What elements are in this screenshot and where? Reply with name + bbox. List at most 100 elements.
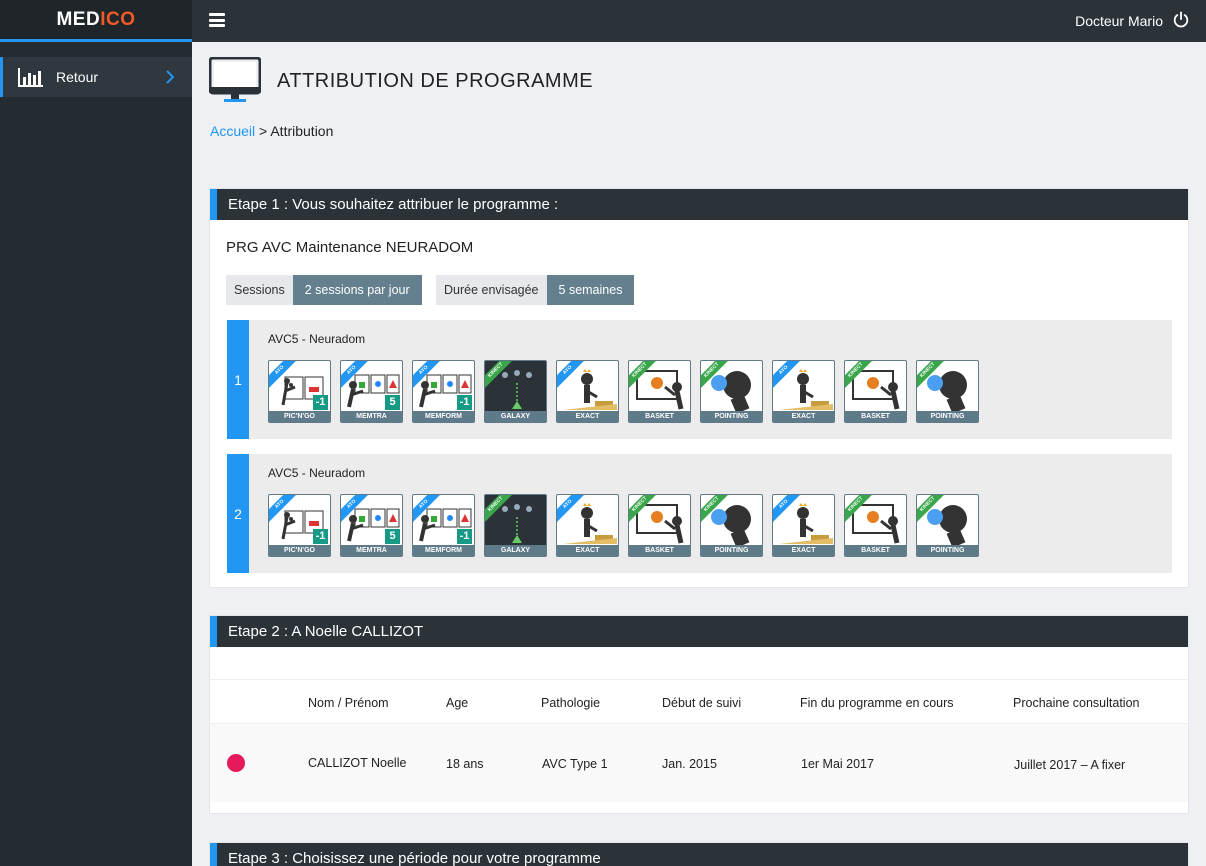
activity-tile[interactable]: AYO -1 MEMFORM (412, 494, 475, 557)
duration-pill: Durée envisagée 5 semaines (436, 275, 635, 305)
activity-label: MEMFORM (413, 411, 474, 422)
sidebar-item-label: Retour (56, 69, 99, 85)
column-header: Fin du programme en cours (800, 696, 954, 710)
activity-label: EXACT (557, 411, 618, 422)
table-cell: CALLIZOT Noelle (308, 756, 407, 770)
activity-label: POINTING (917, 411, 978, 422)
step2-panel: Etape 2 : A Noelle CALLIZOT Nom / Prénom… (209, 615, 1189, 814)
step2-title: Etape 2 : A Noelle CALLIZOT (210, 616, 1188, 647)
top-bar: MEDICO Docteur Mario (0, 0, 1206, 42)
activity-level-badge: -1 (313, 395, 328, 410)
activity-tile[interactable]: AYO 5 MEMTRA (340, 494, 403, 557)
activity-tile[interactable]: KINECT BASKET (844, 360, 907, 423)
sidebar-item-retour[interactable]: Retour (0, 57, 192, 97)
session-title: AVC5 - Neuradom (268, 466, 366, 480)
column-header: Début de suivi (662, 696, 742, 710)
step1-panel: Etape 1 : Vous souhaitez attribuer le pr… (209, 188, 1189, 588)
column-header: Pathologie (541, 696, 601, 710)
bar-chart-icon (18, 68, 43, 87)
activity-tile[interactable]: KINECT BASKET (628, 360, 691, 423)
activity-level-badge: -1 (313, 529, 328, 544)
activity-label: GALAXY (485, 545, 546, 556)
sidebar: Retour (0, 42, 192, 866)
session-number: 2 (227, 454, 249, 573)
menu-toggle-icon[interactable] (209, 13, 225, 27)
table-cell: 18 ans (446, 757, 484, 771)
activity-tile[interactable]: KINECT POINTING (700, 494, 763, 557)
monitor-icon (209, 57, 261, 102)
main-content: ATTRIBUTION DE PROGRAMME Accueil > Attri… (192, 42, 1206, 866)
breadcrumb-current: Attribution (270, 123, 334, 139)
activity-label: BASKET (845, 411, 906, 422)
activity-label: BASKET (629, 545, 690, 556)
activity-tile[interactable]: AYO -1 MEMFORM (412, 360, 475, 423)
activity-tile[interactable]: AYO -1 PIC'N'GO (268, 360, 331, 423)
program-name: PRG AVC Maintenance NEURADOM (226, 239, 474, 256)
activity-label: MEMTRA (341, 545, 402, 556)
activity-label: EXACT (773, 545, 834, 556)
table-cell: Juillet 2017 – A fixer (1014, 758, 1126, 772)
activity-label: EXACT (557, 545, 618, 556)
table-row[interactable]: CALLIZOT Noelle 18 ans AVC Type 1 Jan. 2… (210, 724, 1188, 802)
chevron-right-icon (166, 70, 174, 84)
activity-label: GALAXY (485, 411, 546, 422)
activity-level-badge: 5 (385, 395, 400, 410)
activity-label: POINTING (701, 411, 762, 422)
status-dot (227, 754, 245, 772)
patient-table-header: Nom / Prénom Age Pathologie Début de sui… (210, 679, 1188, 724)
table-cell: 1er Mai 2017 (801, 757, 874, 771)
activity-label: POINTING (701, 545, 762, 556)
logo-area[interactable]: MEDICO (0, 0, 192, 42)
activity-tile[interactable]: AYO 5 MEMTRA (340, 360, 403, 423)
activity-label: MEMTRA (341, 411, 402, 422)
session-block-1: 1 AVC5 - Neuradom AYO -1 PIC'N'GO AYO 5 MEMTR… (227, 320, 1172, 439)
power-icon[interactable] (1172, 11, 1190, 29)
table-cell: AVC Type 1 (542, 757, 608, 771)
session-title: AVC5 - Neuradom (268, 332, 366, 346)
activity-label: BASKET (845, 545, 906, 556)
activity-label: PIC'N'GO (269, 545, 330, 556)
activity-tile[interactable]: KINECT POINTING (916, 360, 979, 423)
activity-level-badge: 5 (385, 529, 400, 544)
activity-label: MEMFORM (413, 545, 474, 556)
activity-tile[interactable]: KINECT GALAXY (484, 360, 547, 423)
breadcrumb: Accueil > Attribution (210, 123, 333, 139)
activity-level-badge: -1 (457, 529, 472, 544)
user-name[interactable]: Docteur Mario (1075, 13, 1163, 29)
column-header: Nom / Prénom (308, 696, 389, 710)
activity-list: AYO -1 PIC'N'GO AYO 5 MEMTRA AYO -1 MEMFORM KINEC… (268, 360, 988, 423)
activity-tile[interactable]: AYO EXACT (772, 494, 835, 557)
activity-tile[interactable]: AYO EXACT (556, 360, 619, 423)
activity-label: EXACT (773, 411, 834, 422)
breadcrumb-separator: > (259, 123, 268, 139)
app-logo: MEDICO (56, 8, 136, 30)
activity-tile[interactable]: KINECT POINTING (916, 494, 979, 557)
table-cell: Jan. 2015 (662, 757, 717, 771)
session-block-2: 2 AVC5 - Neuradom AYO -1 PIC'N'GO AYO 5 MEMTR… (227, 454, 1172, 573)
activity-tile[interactable]: AYO -1 PIC'N'GO (268, 494, 331, 557)
activity-tile[interactable]: KINECT BASKET (844, 494, 907, 557)
sessions-label: Sessions (226, 275, 293, 305)
activity-tile[interactable]: KINECT GALAXY (484, 494, 547, 557)
page-title: ATTRIBUTION DE PROGRAMME (277, 70, 594, 92)
duration-value: 5 semaines (546, 275, 635, 305)
activity-tile[interactable]: KINECT POINTING (700, 360, 763, 423)
step3-title: Etape 3 : Choisissez une période pour vo… (210, 843, 1188, 866)
duration-label: Durée envisagée (436, 275, 547, 305)
activity-label: POINTING (917, 545, 978, 556)
step1-title: Etape 1 : Vous souhaitez attribuer le pr… (210, 189, 1188, 220)
activity-tile[interactable]: AYO EXACT (556, 494, 619, 557)
breadcrumb-home-link[interactable]: Accueil (210, 123, 255, 139)
activity-tile[interactable]: AYO EXACT (772, 360, 835, 423)
activity-tile[interactable]: KINECT BASKET (628, 494, 691, 557)
activity-label: PIC'N'GO (269, 411, 330, 422)
activity-label: BASKET (629, 411, 690, 422)
step3-panel: Etape 3 : Choisissez une période pour vo… (209, 842, 1189, 866)
session-number: 1 (227, 320, 249, 439)
activity-list: AYO -1 PIC'N'GO AYO 5 MEMTRA AYO -1 MEMFORM KINEC… (268, 494, 988, 557)
activity-level-badge: -1 (457, 395, 472, 410)
sessions-value: 2 sessions par jour (292, 275, 422, 305)
column-header: Prochaine consultation (1013, 696, 1140, 710)
sessions-pill: Sessions 2 sessions par jour (226, 275, 422, 305)
column-header: Age (446, 696, 469, 710)
